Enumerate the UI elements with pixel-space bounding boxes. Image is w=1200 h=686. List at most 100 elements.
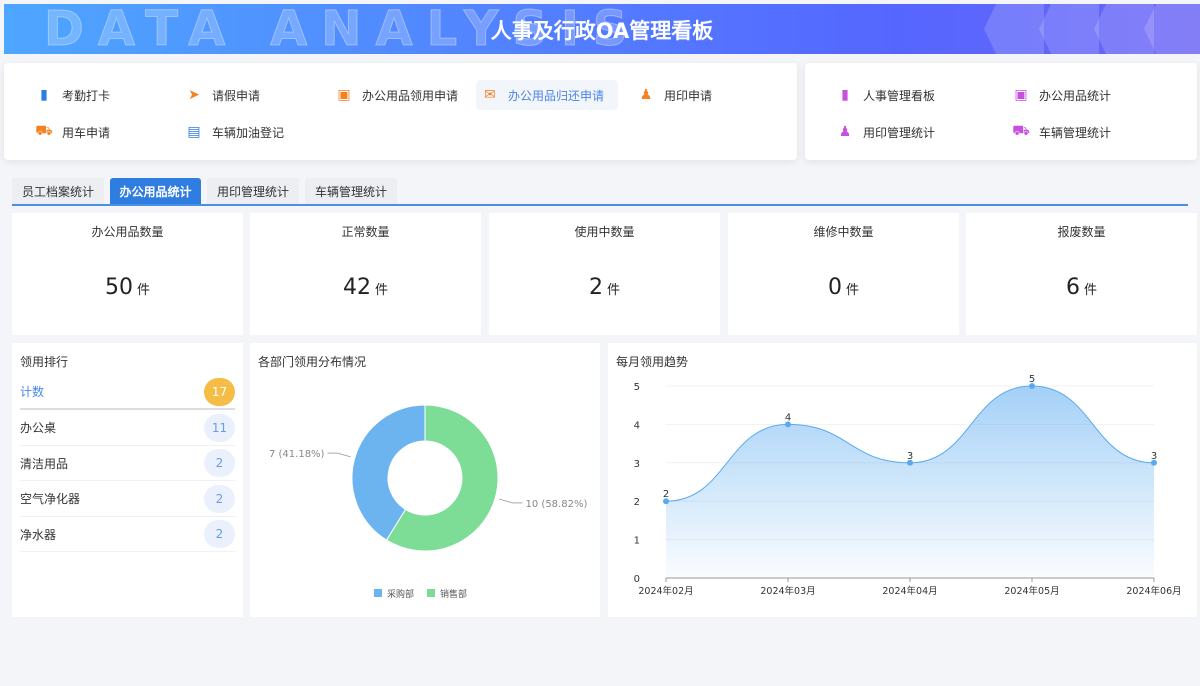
quick-item-2[interactable]: ♟ 用印管理统计 (831, 117, 991, 147)
y-tick: 5 (634, 382, 640, 393)
ranking-count: 11 (204, 413, 235, 442)
y-tick: 4 (634, 420, 640, 431)
stat-unit: 件 (1083, 283, 1097, 298)
box-icon: ▣ (337, 87, 351, 103)
ranking-row: 空气净化器 2 (20, 482, 235, 517)
quick-item-0[interactable]: ▮ 人事管理看板 (831, 80, 991, 110)
ranking-panel: 领用排行 计数 17 办公桌 11 清洁用品 2 空气净化器 2 净水器 2 (12, 343, 243, 617)
trend-panel: 每月领用趋势 0 1 2 3 4 5 2 2024年02月 4 2024年03月 3 2024年04月… (608, 343, 1197, 617)
quick-item-1[interactable]: ➤ 请假申请 (180, 80, 320, 110)
quick-item-label: 车辆加油登记 (212, 125, 285, 140)
ranking-count: 2 (204, 484, 235, 513)
stat-value: 6 (1065, 275, 1080, 300)
ranking-name: 空气净化器 (20, 492, 81, 506)
stat-label: 维修中数量 (813, 225, 874, 239)
pie-label-line (498, 498, 523, 504)
stat-card: 维修中数量 0 件 (728, 213, 959, 335)
header-banner: DATA ANALYSIS 人事及行政OA管理看板 (4, 4, 1200, 54)
y-tick: 2 (634, 497, 640, 508)
ranking-name: 清洁用品 (20, 456, 69, 471)
legend-swatch (427, 589, 435, 597)
ranking-title: 领用排行 (20, 355, 69, 369)
tab-0[interactable]: 员工档案统计 (12, 178, 104, 205)
inbox-icon: ✉ (484, 87, 496, 103)
stat-card: 报废数量 6 件 (966, 213, 1197, 335)
ranking-count: 2 (204, 449, 235, 477)
quick-item-label: 人事管理看板 (863, 88, 936, 103)
ranking-name: 净水器 (20, 527, 57, 542)
quick-item-0[interactable]: ▮ 考勤打卡 (30, 80, 170, 110)
ranking-count: 2 (204, 520, 235, 548)
stat-value: 42 (342, 275, 371, 300)
ranking-row: 净水器 2 (20, 517, 235, 552)
quick-item-1[interactable]: ▣ 办公用品统计 (1007, 80, 1167, 110)
pie-panel: 各部门领用分布情况 7 (41.18%) 采购部 10 (58.82%) 销售部 (250, 343, 600, 617)
quick-item-label: 请假申请 (212, 88, 261, 103)
quick-item-label: 用印申请 (664, 88, 713, 103)
legend-label: 销售部 (440, 588, 467, 600)
bar-chart-icon: ▮ (841, 87, 849, 103)
quick-item-5[interactable]: ⛟ 用车申请 (30, 117, 170, 147)
x-tick: 2024年03月 (760, 585, 815, 597)
legend-label: 采购部 (387, 588, 414, 600)
quick-item-label: 车辆管理统计 (1039, 125, 1112, 140)
data-label: 5 (1029, 374, 1035, 385)
stat-label: 正常数量 (341, 225, 390, 239)
stat-card: 使用中数量 2 件 (489, 213, 720, 335)
stamp-icon: ♟ (838, 124, 852, 140)
stat-card: 正常数量 42 件 (250, 213, 481, 335)
area-fill (666, 386, 1154, 578)
quick-item-label: 考勤打卡 (62, 88, 111, 103)
data-label: 3 (1151, 451, 1157, 462)
quick-actions-panel: ▮ 考勤打卡 ➤ 请假申请 ▣ 办公用品领用申请 ✉ 办公用品归还申请 ♟ 用印申请 ⛟ 用车申请 ▤ 车… (4, 63, 797, 160)
truck-icon: ⛟ (35, 123, 53, 139)
tab-1[interactable]: 办公用品统计 (110, 178, 201, 205)
stat-label: 办公用品数量 (91, 225, 164, 239)
clipboard-icon: ▤ (187, 124, 201, 140)
y-tick: 0 (634, 574, 640, 585)
stat-value: 2 (588, 275, 603, 300)
area-chart: 0 1 2 3 4 5 2 2024年02月 4 2024年03月 3 2024年04月 5 2024年0… (634, 374, 1182, 597)
ranking-name: 办公桌 (20, 421, 57, 435)
pie-label: 10 (58.82%) (526, 499, 588, 510)
stat-unit: 件 (606, 283, 620, 298)
quick-item-label: 办公用品领用申请 (362, 88, 459, 103)
stat-card: 办公用品数量 50 件 (12, 213, 243, 335)
x-tick: 2024年04月 (882, 585, 937, 597)
y-tick: 1 (634, 536, 640, 547)
stat-unit: 件 (374, 283, 388, 298)
stat-value: 50 (104, 275, 133, 300)
legend-swatch (374, 589, 382, 597)
quick-item-3[interactable]: ✉ 办公用品归还申请 (476, 80, 618, 110)
stamp-icon: ♟ (639, 87, 653, 103)
stat-value: 0 (827, 275, 842, 300)
bookmark-icon: ▮ (40, 87, 48, 103)
quick-item-6[interactable]: ▤ 车辆加油登记 (180, 117, 320, 147)
quick-item-label: 办公用品归还申请 (508, 88, 605, 103)
ranking-row: 清洁用品 2 (20, 446, 235, 481)
pie-label: 7 (41.18%) (269, 449, 325, 460)
send-icon: ➤ (188, 87, 200, 103)
quick-item-3[interactable]: ⛟ 车辆管理统计 (1007, 117, 1167, 147)
data-label: 3 (907, 451, 913, 462)
y-tick: 3 (634, 459, 640, 470)
quick-item-4[interactable]: ♟ 用印申请 (632, 80, 772, 110)
stat-label: 报废数量 (1057, 225, 1106, 239)
dashboards-panel: ▮ 人事管理看板 ▣ 办公用品统计 ♟ 用印管理统计 ⛟ 车辆管理统计 (805, 63, 1197, 160)
ranking-name: 计数 (20, 385, 45, 399)
tab-underline (12, 204, 1188, 206)
quick-item-2[interactable]: ▣ 办公用品领用申请 (330, 80, 470, 110)
ranking-row: 办公桌 11 (20, 411, 235, 446)
quick-item-label: 用印管理统计 (863, 125, 936, 140)
tab-2[interactable]: 用印管理统计 (207, 178, 299, 205)
stat-unit: 件 (845, 283, 859, 298)
tab-3[interactable]: 车辆管理统计 (305, 178, 397, 205)
x-tick: 2024年05月 (1004, 585, 1059, 597)
x-tick: 2024年02月 (638, 585, 693, 597)
quick-item-label: 用车申请 (62, 125, 111, 140)
ranking-count: 17 (204, 377, 235, 406)
data-label: 2 (663, 489, 669, 500)
box-icon: ▣ (1014, 87, 1028, 103)
stat-unit: 件 (136, 283, 150, 298)
data-label: 4 (785, 412, 791, 423)
